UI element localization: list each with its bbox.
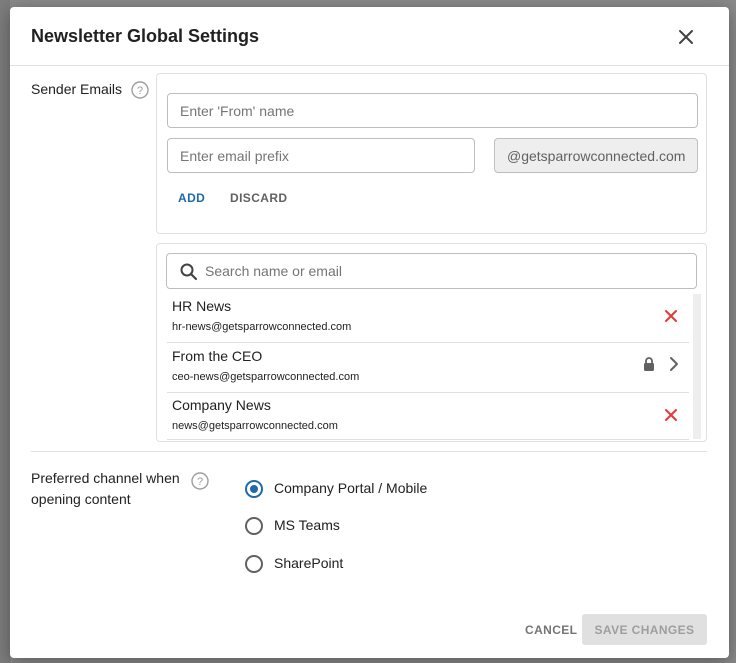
radio-label: SharePoint (274, 555, 344, 571)
save-changes-button[interactable]: SAVE CHANGES (582, 614, 707, 645)
radio-button[interactable] (245, 555, 263, 573)
chevron-right-icon[interactable] (668, 355, 680, 373)
from-name-placeholder: Enter 'From' name (180, 102, 295, 119)
sender-email: hr-news@getsparrowconnected.com (172, 321, 352, 333)
search-placeholder: Search name or email (205, 263, 342, 279)
from-name-input[interactable]: Enter 'From' name (167, 93, 698, 128)
sender-email: ceo-news@getsparrowconnected.com (172, 371, 360, 383)
search-icon (180, 263, 198, 281)
help-circle-icon[interactable]: ? (131, 81, 149, 99)
senders-list-card: Search name or email HR News hr-news@get… (156, 243, 707, 442)
sender-name: Company News (172, 397, 271, 413)
sender-item-company-news[interactable]: Company News news@getsparrowconnected.co… (167, 393, 689, 440)
sender-name: HR News (172, 298, 232, 314)
add-sender-card: Enter 'From' name Enter email prefix @ge… (156, 73, 707, 234)
preferred-channel-label: Preferred channel when opening content (31, 468, 180, 510)
dialog-title: Newsletter Global Settings (31, 26, 260, 46)
senders-list: HR News hr-news@getsparrowconnected.com … (167, 294, 701, 440)
svg-text:?: ? (197, 476, 203, 488)
email-prefix-placeholder: Enter email prefix (180, 147, 289, 164)
section-divider (31, 451, 707, 452)
cancel-button[interactable]: CANCEL (525, 623, 577, 637)
help-circle-icon[interactable]: ? (191, 472, 209, 490)
close-button[interactable] (674, 25, 698, 49)
list-scrollbar[interactable] (693, 294, 701, 439)
radio-button[interactable] (245, 517, 263, 535)
sender-item-hr-news[interactable]: HR News hr-news@getsparrowconnected.com (167, 294, 689, 343)
sender-name: From the CEO (172, 348, 263, 364)
domain-suffix-field: @getsparrowconnected.com (494, 138, 698, 173)
settings-dialog: Newsletter Global Settings Sender Emails… (10, 7, 729, 658)
dialog-header: Newsletter Global Settings (10, 7, 729, 66)
svg-text:?: ? (137, 85, 143, 97)
radio-label: Company Portal / Mobile (274, 480, 428, 496)
lock-icon (644, 357, 654, 371)
remove-x-icon[interactable] (664, 408, 678, 422)
sender-email: news@getsparrowconnected.com (172, 420, 338, 432)
sender-emails-label: Sender Emails (31, 81, 123, 97)
sender-item-ceo[interactable]: From the CEO ceo-news@getsparrowconnecte… (167, 344, 689, 393)
domain-suffix-text: @getsparrowconnected.com (507, 147, 686, 164)
discard-button[interactable]: DISCARD (230, 191, 287, 205)
close-icon (679, 30, 693, 44)
search-input[interactable]: Search name or email (166, 253, 697, 289)
radio-label: MS Teams (274, 517, 340, 533)
preferred-channel-label-line1: Preferred channel when (31, 470, 180, 486)
modal-backdrop (0, 0, 10, 663)
remove-x-icon[interactable] (664, 309, 678, 323)
email-prefix-input[interactable]: Enter email prefix (167, 138, 475, 173)
radio-button-selected[interactable] (245, 480, 263, 498)
add-button[interactable]: ADD (178, 191, 205, 205)
preferred-channel-label-line2: opening content (31, 491, 131, 507)
